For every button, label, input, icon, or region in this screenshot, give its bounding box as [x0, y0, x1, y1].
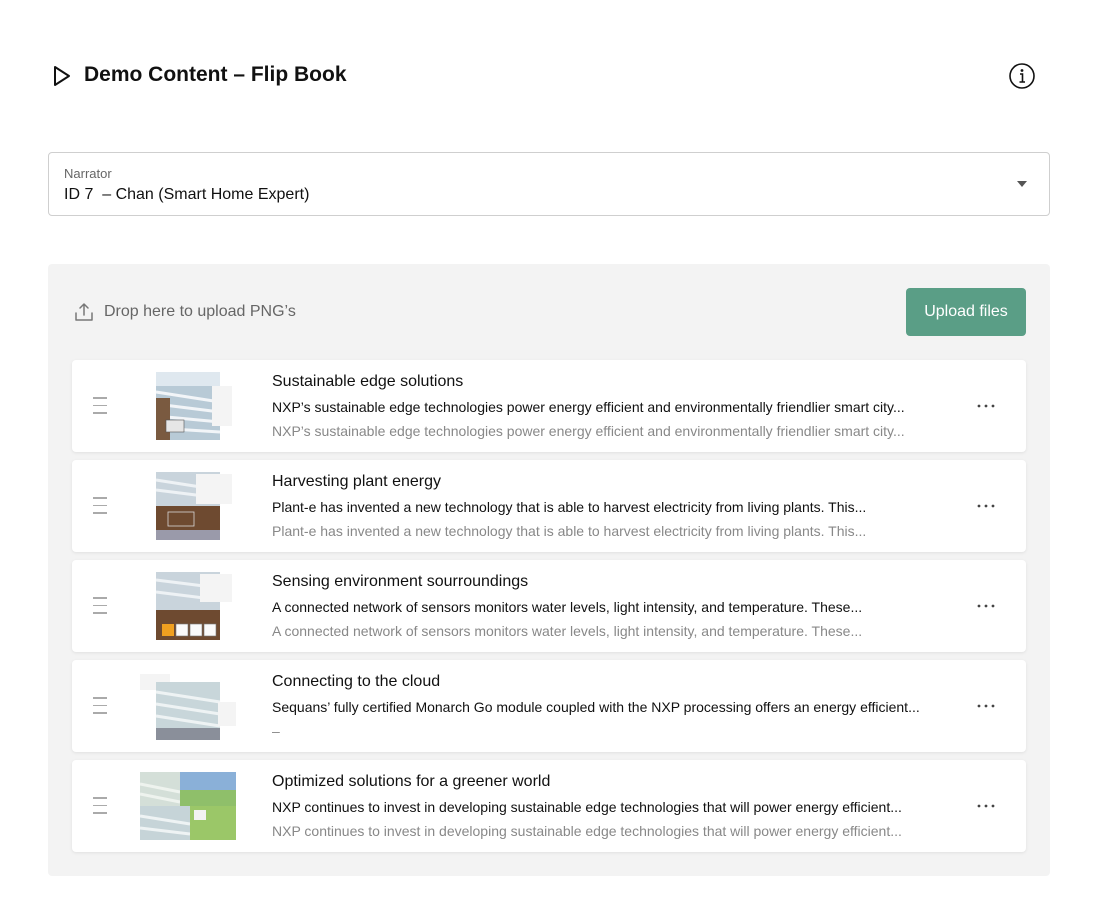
caret-down-icon[interactable] — [1017, 181, 1027, 187]
more-options-icon[interactable] — [976, 804, 996, 808]
slide-thumbnail — [140, 674, 236, 740]
list-item[interactable]: Connecting to the cloud Sequans’ fully c… — [72, 660, 1026, 752]
item-description: NXP continues to invest in developing su… — [272, 799, 902, 815]
upload-icon — [75, 303, 93, 321]
slide-thumbnail — [155, 472, 232, 540]
item-secondary-description: NXP continues to invest in developing su… — [272, 823, 902, 839]
list-item[interactable]: Optimized solutions for a greener world … — [72, 760, 1026, 852]
drag-handle-icon[interactable] — [93, 597, 107, 617]
info-icon[interactable] — [1008, 62, 1036, 90]
item-title: Optimized solutions for a greener world — [272, 773, 551, 790]
upload-panel[interactable]: Drop here to upload PNG’s Upload files S… — [48, 264, 1050, 876]
narrator-label: Narrator — [64, 166, 112, 181]
more-options-icon[interactable] — [976, 504, 996, 508]
item-description: NXP’s sustainable edge technologies powe… — [272, 399, 905, 415]
drop-zone-text: Drop here to upload PNG’s — [104, 303, 296, 320]
item-secondary-description: A connected network of sensors monitors … — [272, 623, 863, 639]
item-description: Plant-e has invented a new technology th… — [272, 499, 867, 515]
more-options-icon[interactable] — [976, 604, 996, 608]
drag-handle-icon[interactable] — [93, 697, 107, 717]
slide-thumbnail — [155, 572, 232, 640]
drag-handle-icon[interactable] — [93, 797, 107, 817]
item-secondary-description: – — [272, 723, 280, 739]
drag-handle-icon[interactable] — [93, 497, 107, 517]
slide-list: Sustainable edge solutions NXP’s sustain… — [72, 360, 1026, 860]
upload-files-button[interactable]: Upload files — [906, 288, 1026, 336]
more-options-icon[interactable] — [976, 404, 996, 408]
page-header: Demo Content – Flip Book — [52, 62, 1036, 92]
item-secondary-description: Plant-e has invented a new technology th… — [272, 523, 867, 539]
list-item[interactable]: Harvesting plant energy Plant-e has inve… — [72, 460, 1026, 552]
item-title: Connecting to the cloud — [272, 673, 441, 690]
item-title: Sustainable edge solutions — [272, 373, 464, 390]
item-title: Sensing environment sourroundings — [272, 573, 529, 590]
list-item[interactable]: Sustainable edge solutions NXP’s sustain… — [72, 360, 1026, 452]
item-secondary-description: NXP’s sustainable edge technologies powe… — [272, 423, 905, 439]
list-item[interactable]: Sensing environment sourroundings A conn… — [72, 560, 1026, 652]
slide-thumbnail — [155, 372, 232, 440]
play-icon[interactable] — [52, 65, 72, 87]
more-options-icon[interactable] — [976, 704, 996, 708]
item-description: A connected network of sensors monitors … — [272, 599, 863, 615]
narrator-value: ID 7 – Chan (Smart Home Expert) — [64, 186, 310, 203]
narrator-select[interactable]: Narrator ID 7 – Chan (Smart Home Expert) — [48, 152, 1050, 216]
page-title: Demo Content – Flip Book — [84, 63, 347, 86]
item-description: Sequans’ fully certified Monarch Go modu… — [272, 699, 920, 715]
drag-handle-icon[interactable] — [93, 397, 107, 417]
slide-thumbnail — [140, 772, 236, 840]
item-title: Harvesting plant energy — [272, 473, 441, 490]
